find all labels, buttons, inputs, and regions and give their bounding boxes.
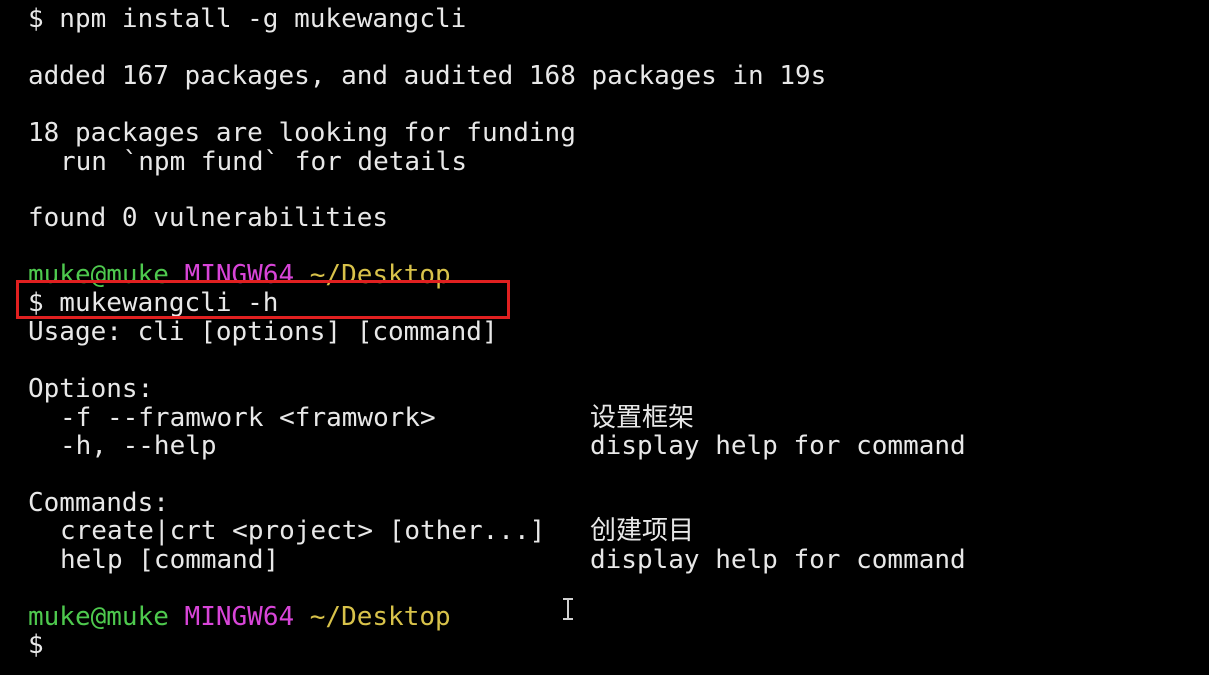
prompt-system: MINGW64: [184, 602, 295, 632]
output-fund-hint: run `npm fund` for details: [60, 147, 467, 177]
command-highlight-box: [16, 280, 510, 319]
prompt-line-2: muke@muke MINGW64 ~/Desktop: [28, 602, 451, 632]
command-name: create|crt <project> [other...]: [60, 516, 546, 546]
command-description: display help for command: [590, 545, 966, 575]
output-funding: 18 packages are looking for funding: [28, 118, 576, 148]
commands-header: Commands:: [28, 488, 169, 518]
option-description: 设置框架: [590, 403, 695, 433]
prompt-path: ~/Desktop: [309, 602, 451, 632]
option-description: display help for command: [590, 431, 966, 461]
output-vulnerabilities: found 0 vulnerabilities: [28, 203, 389, 233]
command-install: $ npm install -g mukewangcli: [28, 4, 467, 34]
usage-line: Usage: cli [options] [command]: [28, 317, 498, 347]
terminal-window[interactable]: $ npm install -g mukewangcli added 167 p…: [0, 0, 1209, 675]
command-description: 创建项目: [590, 516, 695, 546]
command-input-prompt[interactable]: $: [28, 630, 44, 660]
prompt-user: muke@muke: [28, 602, 169, 632]
text-cursor-icon: [562, 598, 574, 620]
option-flag: -h, --help: [60, 431, 217, 461]
option-flag: -f --framwork <framwork>: [60, 403, 436, 433]
output-added-packages: added 167 packages, and audited 168 pack…: [28, 61, 827, 91]
options-header: Options:: [28, 374, 154, 404]
command-name: help [command]: [60, 545, 280, 575]
